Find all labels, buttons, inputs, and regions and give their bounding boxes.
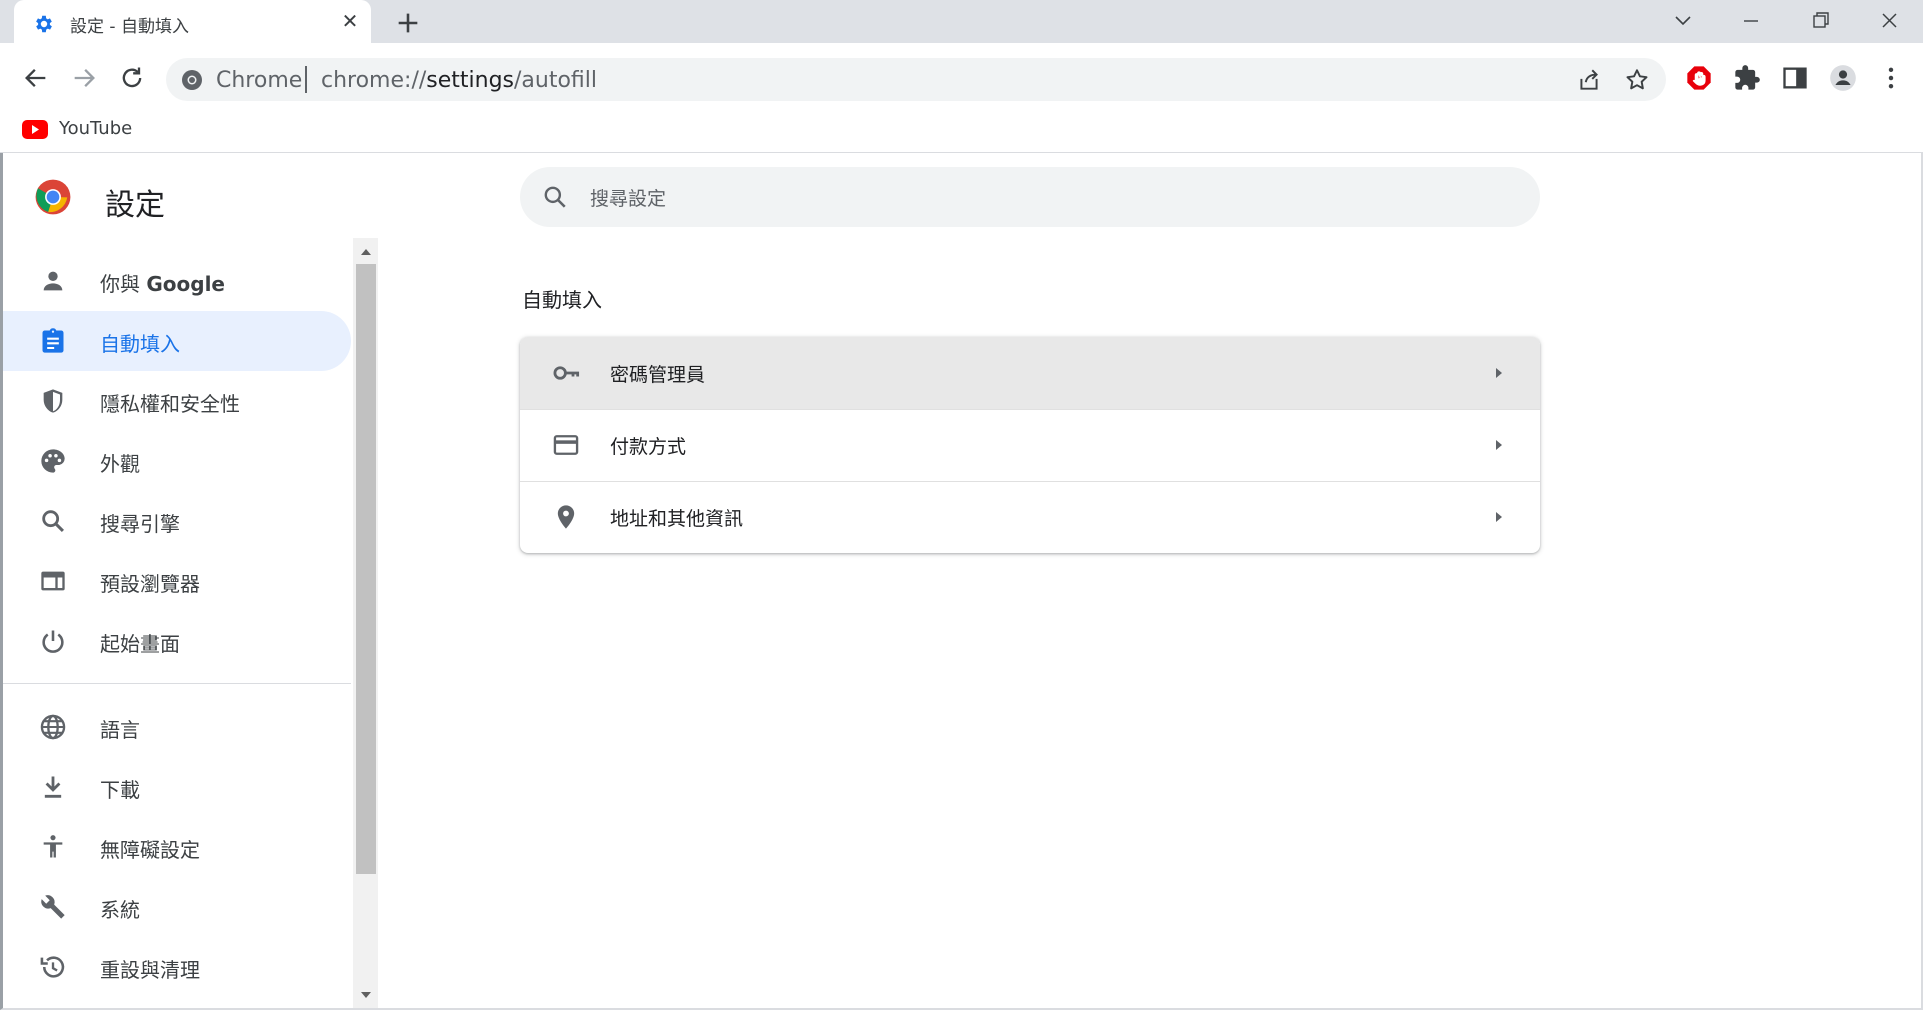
gear-icon <box>36 15 52 33</box>
autofill-card: 密碼管理員 付款方式 地址和其他資訊 <box>520 337 1540 553</box>
minimize-icon[interactable] <box>1736 8 1766 34</box>
sidebar-item-label: 下載 <box>100 778 140 802</box>
sidebar-item-on-startup[interactable]: 起始畫面 <box>3 611 351 671</box>
back-arrow-icon[interactable] <box>22 64 50 92</box>
accessibility-icon <box>43 835 63 858</box>
new-tab-icon[interactable] <box>394 9 422 37</box>
settings-sidebar: 你與 Google 自動填入 隱私權和安全性 外觀 搜尋引擎 預設瀏覽器 起始畫… <box>3 238 353 1008</box>
sidebar-item-privacy[interactable]: 隱私權和安全性 <box>3 371 351 431</box>
shield-icon <box>43 389 63 413</box>
row-divider <box>520 409 1540 410</box>
sidebar-item-label: 語言 <box>100 718 140 742</box>
sidebar-item-label: 起始畫面 <box>100 632 180 656</box>
site-chip-label: Chrome <box>216 68 303 93</box>
sidebar-item-appearance[interactable]: 外觀 <box>3 431 351 491</box>
sidebar-item-accessibility[interactable]: 無障礙設定 <box>3 817 351 877</box>
tab-settings-autofill[interactable]: 設定 - 自動填入 ✕ <box>14 0 371 43</box>
sidebar-item-label: 搜尋引擎 <box>100 512 180 536</box>
url-path: /autofill <box>514 68 598 93</box>
scroll-up-arrow-icon[interactable] <box>357 243 375 261</box>
sidebar-item-default-browser[interactable]: 預設瀏覽器 <box>3 551 351 611</box>
forward-arrow-icon[interactable] <box>70 64 98 92</box>
wrench-icon <box>41 895 65 919</box>
sidebar-item-autofill[interactable]: 自動填入 <box>3 311 351 371</box>
sidebar-item-search-engine[interactable]: 搜尋引擎 <box>3 491 351 551</box>
search-icon <box>544 186 566 208</box>
row-label: 付款方式 <box>610 436 687 458</box>
globe-icon <box>40 714 66 740</box>
tab-close-button[interactable]: ✕ <box>339 10 361 32</box>
sidebar-item-downloads[interactable]: 下載 <box>3 757 351 817</box>
sidebar-item-label: 無障礙設定 <box>100 838 200 862</box>
side-panel-icon[interactable] <box>1781 64 1809 92</box>
address-bar[interactable]: Chrome chrome://settings/autofill <box>166 58 1666 101</box>
sidebar-item-label: 系統 <box>100 898 140 922</box>
row-label: 地址和其他資訊 <box>610 508 744 530</box>
palette-icon <box>41 449 65 473</box>
sidebar-item-system[interactable]: 系統 <box>3 877 351 937</box>
youtube-icon <box>22 120 48 139</box>
bookmarks-bar <box>0 113 1923 153</box>
reload-icon[interactable] <box>118 64 146 92</box>
search-placeholder: 搜尋設定 <box>590 188 667 210</box>
sidebar-item-label: 你與 Google <box>100 272 225 296</box>
sidebar-item-label: 預設瀏覽器 <box>100 572 200 596</box>
arrow-right-icon <box>1496 368 1502 378</box>
bookmark-label: YouTube <box>59 118 133 139</box>
adblock-stop-icon[interactable] <box>1685 64 1713 92</box>
row-payment-methods[interactable]: 付款方式 <box>520 409 1540 481</box>
close-icon[interactable] <box>1874 8 1904 34</box>
sidebar-item-reset[interactable]: 重設與清理 <box>3 937 351 997</box>
url-text[interactable]: chrome://settings/autofill <box>321 68 597 93</box>
arrow-right-icon <box>1496 440 1502 450</box>
browser-window-icon <box>41 571 65 591</box>
credit-card-icon <box>553 435 579 455</box>
bookmark-star-icon[interactable] <box>1624 67 1650 93</box>
person-icon <box>43 271 63 291</box>
row-divider <box>520 481 1540 482</box>
section-title: 自動填入 <box>522 288 602 312</box>
url-scheme: chrome:// <box>321 68 427 93</box>
row-label: 密碼管理員 <box>610 364 706 386</box>
chrome-logo-icon <box>35 179 71 215</box>
row-addresses[interactable]: 地址和其他資訊 <box>520 481 1540 553</box>
more-vertical-icon[interactable] <box>1877 64 1905 92</box>
sidebar-scrollbar-thumb[interactable] <box>356 264 376 874</box>
profile-avatar-icon[interactable] <box>1829 64 1857 92</box>
address-separator <box>305 66 307 93</box>
extensions-puzzle-icon[interactable] <box>1733 64 1761 92</box>
scroll-down-arrow-icon[interactable] <box>357 986 375 1004</box>
power-icon <box>42 630 64 653</box>
autofill-clipboard-icon <box>42 328 64 353</box>
arrow-right-icon <box>1496 512 1502 522</box>
sidebar-item-label: 自動填入 <box>100 332 180 356</box>
row-password-manager[interactable]: 密碼管理員 <box>520 337 1540 409</box>
sidebar-item-you-and-google[interactable]: 你與 Google <box>3 251 351 311</box>
tab-title: 設定 - 自動填入 <box>70 17 189 37</box>
sidebar-item-label: 外觀 <box>100 452 140 476</box>
key-icon <box>553 366 580 380</box>
history-icon <box>40 956 65 978</box>
sidebar-item-languages[interactable]: 語言 <box>3 697 351 757</box>
chevron-down-icon[interactable] <box>1668 8 1698 34</box>
sidebar-item-label: 重設與清理 <box>100 958 200 982</box>
share-icon[interactable] <box>1576 67 1602 93</box>
page-title: 設定 <box>105 188 165 223</box>
tab-strip: 設定 - 自動填入 ✕ <box>0 0 1923 43</box>
restore-icon[interactable] <box>1805 8 1835 34</box>
url-host: settings <box>426 68 514 93</box>
download-icon <box>44 776 62 798</box>
location-pin-icon <box>557 505 575 529</box>
chrome-site-icon <box>182 70 202 90</box>
search-icon <box>42 510 64 532</box>
sidebar-divider <box>3 683 351 684</box>
settings-search-input[interactable]: 搜尋設定 <box>520 167 1540 227</box>
sidebar-item-label: 隱私權和安全性 <box>100 392 240 416</box>
